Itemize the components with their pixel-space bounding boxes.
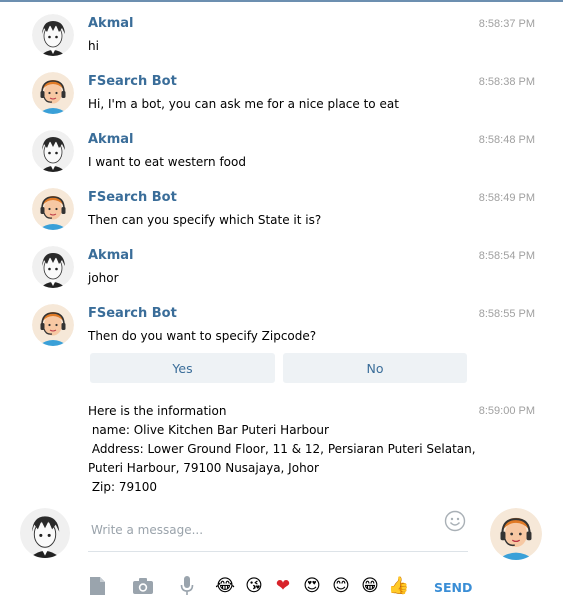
emoji-blush[interactable]: 😊 bbox=[330, 574, 352, 598]
sender-name[interactable]: FSearch Bot bbox=[88, 190, 177, 205]
no-button[interactable]: No bbox=[283, 353, 467, 383]
sender-name[interactable]: Akmal bbox=[88, 248, 133, 263]
message-time: 8:58:38 PM bbox=[478, 76, 535, 88]
inline-keyboard: Yes No bbox=[90, 353, 467, 383]
message-text: I want to eat western food bbox=[88, 155, 246, 169]
send-button[interactable]: SEND bbox=[434, 580, 472, 595]
message-text: johor bbox=[88, 271, 119, 285]
emoji-thumbs-up[interactable]: 👍 bbox=[388, 574, 410, 598]
user-avatar[interactable] bbox=[32, 246, 74, 288]
sender-name[interactable]: Akmal bbox=[88, 16, 133, 31]
message-time: 8:58:37 PM bbox=[478, 18, 535, 30]
emoji-grin[interactable]: 😁 bbox=[359, 574, 381, 598]
info-line: Here is the information bbox=[88, 404, 227, 418]
yes-button[interactable]: Yes bbox=[90, 353, 275, 383]
bot-avatar[interactable] bbox=[32, 188, 74, 230]
info-line: Zip: 79100 bbox=[88, 480, 158, 494]
sender-name[interactable]: Akmal bbox=[88, 132, 133, 147]
camera-icon[interactable] bbox=[132, 574, 154, 598]
info-line: Address: Lower Ground Floor, 11 & 12, Pe… bbox=[88, 442, 476, 456]
message-composer: 😂 😘 ❤ 😍 😊 😁 👍 SEND bbox=[0, 502, 563, 611]
message-time: 8:58:48 PM bbox=[478, 134, 535, 146]
message-text: Then do you want to specify Zipcode? bbox=[88, 329, 317, 343]
composer-toolbar: 😂 😘 ❤ 😍 😊 😁 👍 bbox=[86, 574, 486, 602]
message-input[interactable] bbox=[88, 508, 468, 552]
sender-name[interactable]: FSearch Bot bbox=[88, 74, 177, 89]
info-line: name: Olive Kitchen Bar Puteri Harbour bbox=[88, 423, 329, 437]
message-text: Hi, I'm a bot, you can ask me for a nice… bbox=[88, 97, 399, 111]
emoji-picker-icon[interactable] bbox=[444, 510, 466, 532]
message-text: Then can you specify which State it is? bbox=[88, 213, 322, 227]
sender-name[interactable]: FSearch Bot bbox=[88, 306, 177, 321]
message-time: 8:59:00 PM bbox=[478, 405, 535, 417]
message-time: 8:58:55 PM bbox=[478, 308, 535, 320]
self-avatar[interactable] bbox=[20, 508, 70, 558]
message-time: 8:58:49 PM bbox=[478, 192, 535, 204]
user-avatar[interactable] bbox=[32, 130, 74, 172]
message-text: hi bbox=[88, 39, 99, 53]
message-time: 8:58:54 PM bbox=[478, 250, 535, 262]
emoji-tears-of-joy[interactable]: 😂 bbox=[214, 574, 236, 598]
document-icon[interactable] bbox=[86, 574, 108, 598]
peer-avatar[interactable] bbox=[490, 508, 542, 560]
user-avatar[interactable] bbox=[32, 14, 74, 56]
bot-avatar[interactable] bbox=[32, 304, 74, 346]
emoji-heart[interactable]: ❤ bbox=[272, 574, 294, 598]
emoji-heart-eyes[interactable]: 😍 bbox=[301, 574, 323, 598]
emoji-kiss[interactable]: 😘 bbox=[243, 574, 265, 598]
message-history[interactable]: Akmal 8:58:37 PM hi FSearch Bot 8:58:38 … bbox=[0, 2, 563, 502]
microphone-icon[interactable] bbox=[176, 574, 198, 598]
info-line: Puteri Harbour, 79100 Nusajaya, Johor bbox=[88, 461, 319, 475]
bot-avatar[interactable] bbox=[32, 72, 74, 114]
info-message-text: Here is the information name: Olive Kitc… bbox=[88, 402, 476, 497]
